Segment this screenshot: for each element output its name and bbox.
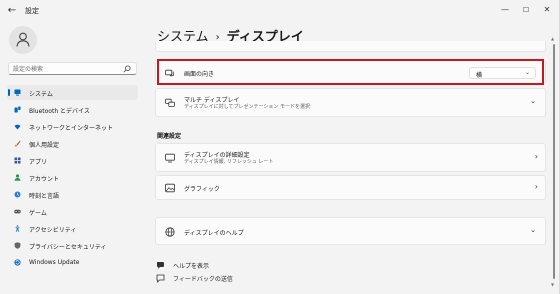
settings-search-box[interactable] [8, 62, 137, 75]
get-help-link[interactable]: ヘルプを表示 [156, 261, 209, 270]
accessibility-icon [14, 225, 21, 232]
sidebar-item-accessibility[interactable]: アクセシビリティ [7, 221, 138, 236]
graphics-card[interactable]: グラフィック › [155, 175, 546, 200]
sidebar-item-label: アカウント [29, 176, 60, 183]
chevron-right-icon: › [534, 152, 538, 161]
related-settings-heading: 関連設定 [157, 133, 182, 140]
chevron-down-icon[interactable]: ⌄ [530, 97, 536, 105]
scroll-down-arrow-icon[interactable]: ▼ [551, 282, 554, 287]
apps-icon [14, 157, 21, 164]
sidebar-item-system[interactable]: システム [7, 85, 138, 100]
help-icon [157, 262, 164, 269]
gamepad-icon [14, 209, 21, 214]
get-help-label: ヘルプを表示 [173, 263, 210, 270]
sidebar-item-windows-update[interactable]: Windows Update [7, 255, 138, 270]
search-input[interactable] [13, 64, 123, 74]
sidebar-item-label: システム [29, 91, 53, 98]
monitor-icon [14, 89, 21, 96]
monitor-icon [165, 153, 175, 163]
display-help-title: ディスプレイのヘルプ [184, 230, 244, 237]
minimize-button[interactable]: — [497, 3, 513, 17]
app-title: 設定 [25, 7, 39, 15]
feedback-icon [156, 274, 165, 283]
update-icon [14, 259, 21, 266]
title-bar: ← 設定 — ☐ ✕ [0, 0, 559, 22]
vertical-scrollbar[interactable] [553, 44, 555, 279]
settings-window: ← 設定 — ☐ ✕ システム Bluetooth とデバイス ネットワークとイ… [0, 0, 560, 294]
multi-display-subtitle: ディスプレイに対してプレゼンテーション モードを選択 [184, 104, 310, 110]
sidebar-item-label: Bluetooth とデバイス [29, 108, 90, 115]
sidebar-item-label: プライバシーとセキュリティ [29, 244, 107, 251]
highlight-frame [157, 59, 544, 85]
person-icon [14, 174, 21, 181]
sidebar-item-label: 個人用設定 [29, 142, 60, 149]
person-icon [16, 32, 30, 47]
send-feedback-label: フィードバックの送信 [173, 276, 233, 283]
globe-icon [165, 227, 175, 237]
scroll-up-arrow-icon[interactable]: ▲ [551, 36, 554, 41]
user-avatar[interactable] [9, 26, 37, 54]
sidebar-item-label: アプリ [29, 159, 48, 166]
chevron-down-icon[interactable]: ⌄ [530, 226, 536, 234]
sidebar-item-label: Windows Update [29, 259, 80, 266]
shield-icon [14, 242, 21, 249]
sidebar-item-apps[interactable]: アプリ [7, 153, 138, 168]
sidebar-item-network[interactable]: ネットワークとインターネット [7, 119, 138, 134]
send-feedback-link[interactable]: フィードバックの送信 [156, 274, 233, 283]
sidebar-item-time-language[interactable]: 時刻と言語 [7, 187, 138, 202]
search-icon [123, 65, 131, 73]
multi-monitor-icon [165, 98, 175, 107]
bluetooth-icon [14, 106, 21, 113]
maximize-button[interactable]: ☐ [518, 3, 534, 17]
display-help-card[interactable]: ディスプレイのヘルプ ⌄ [155, 217, 546, 245]
multi-display-card[interactable]: マルチ ディスプレイ ディスプレイに対してプレゼンテーション モードを選択 ⌄ [155, 88, 546, 117]
globe-clock-icon [14, 191, 21, 198]
advanced-display-subtitle: ディスプレイ情報, リフレッシュ レート [184, 159, 274, 165]
sidebar-item-label: 時刻と言語 [29, 193, 60, 200]
sidebar-item-label: ネットワークとインターネット [29, 125, 114, 132]
sidebar-item-accounts[interactable]: アカウント [7, 170, 138, 185]
sidebar-item-label: アクセシビリティ [29, 227, 77, 234]
sidebar-item-personalization[interactable]: 個人用設定 [7, 136, 138, 151]
brush-icon [14, 140, 21, 147]
wifi-icon [14, 124, 21, 130]
sidebar-item-bluetooth[interactable]: Bluetooth とデバイス [7, 102, 138, 117]
advanced-display-card[interactable]: ディスプレイの詳細設定 ディスプレイ情報, リフレッシュ レート › [155, 143, 546, 172]
graphics-icon [165, 183, 175, 193]
graphics-title: グラフィック [184, 186, 220, 193]
chevron-right-icon: › [534, 182, 538, 191]
scrolled-setting-card [155, 41, 546, 52]
sidebar-item-label: ゲーム [29, 210, 47, 217]
sidebar-item-privacy[interactable]: プライバシーとセキュリティ [7, 238, 138, 253]
close-button[interactable]: ✕ [539, 3, 555, 17]
sidebar-item-gaming[interactable]: ゲーム [7, 204, 138, 219]
back-arrow-icon[interactable]: ← [6, 5, 18, 17]
